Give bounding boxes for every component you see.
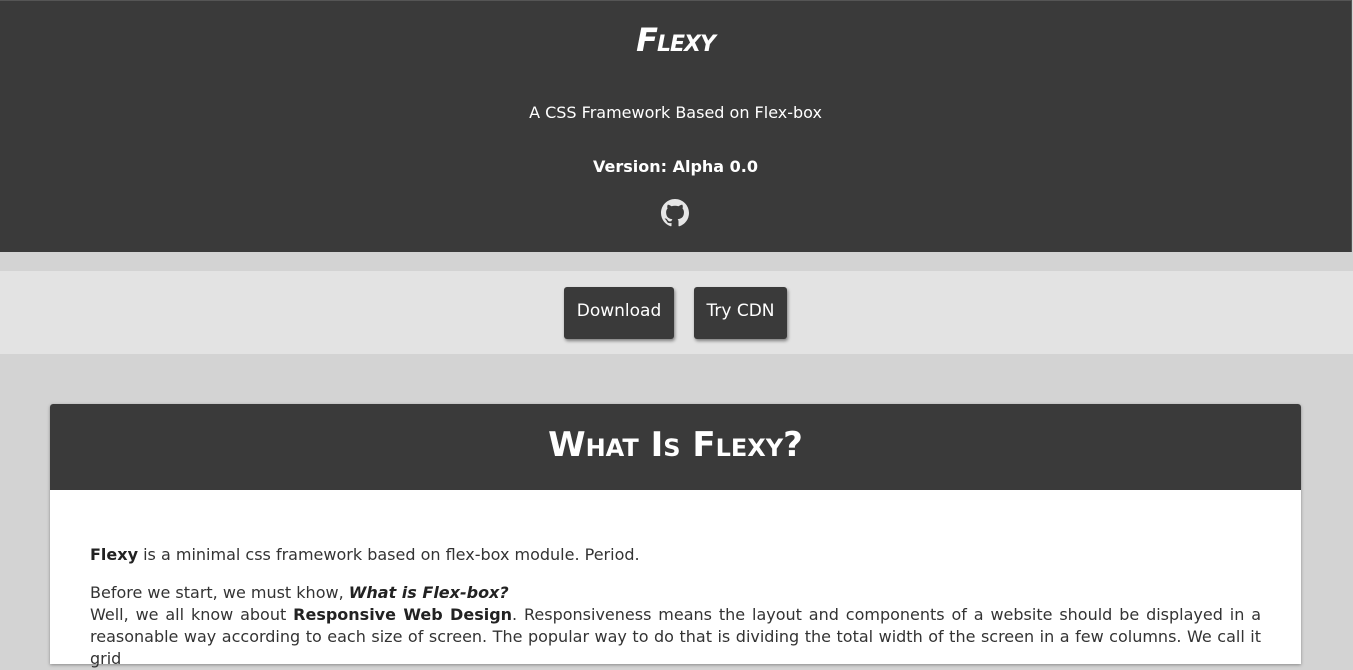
question-paragraph: Before we start, we must khow, What is F… [90, 582, 1261, 604]
intro-paragraph: Flexy is a minimal css framework based o… [90, 544, 1261, 566]
section-body: Flexy is a minimal css framework based o… [90, 544, 1261, 670]
github-icon[interactable] [661, 199, 689, 227]
intro-text: is a minimal css framework based on flex… [138, 545, 640, 564]
section-title: What Is Flexy? [50, 404, 1301, 490]
question-lead: Before we start, we must khow, [90, 583, 349, 602]
responsive-paragraph: Well, we all know about Responsive Web D… [90, 604, 1261, 670]
brand-title: Flexy [636, 21, 716, 59]
responsive-lead: Well, we all know about [90, 605, 294, 624]
what-is-flexy-card: What Is Flexy? Flexy is a minimal css fr… [50, 404, 1301, 668]
download-button[interactable]: Download [564, 287, 674, 339]
hero-header: Flexy A CSS Framework Based on Flex-box … [0, 0, 1352, 252]
question-text: What is Flex-box? [348, 583, 509, 602]
intro-bold: Flexy [90, 545, 139, 564]
try-cdn-button[interactable]: Try CDN [694, 287, 787, 339]
action-bar: Download Try CDN [0, 271, 1353, 354]
tagline: A CSS Framework Based on Flex-box [529, 103, 822, 122]
responsive-bold: Responsive Web Design [293, 605, 513, 624]
version-label: Version: Alpha 0.0 [592, 157, 759, 176]
